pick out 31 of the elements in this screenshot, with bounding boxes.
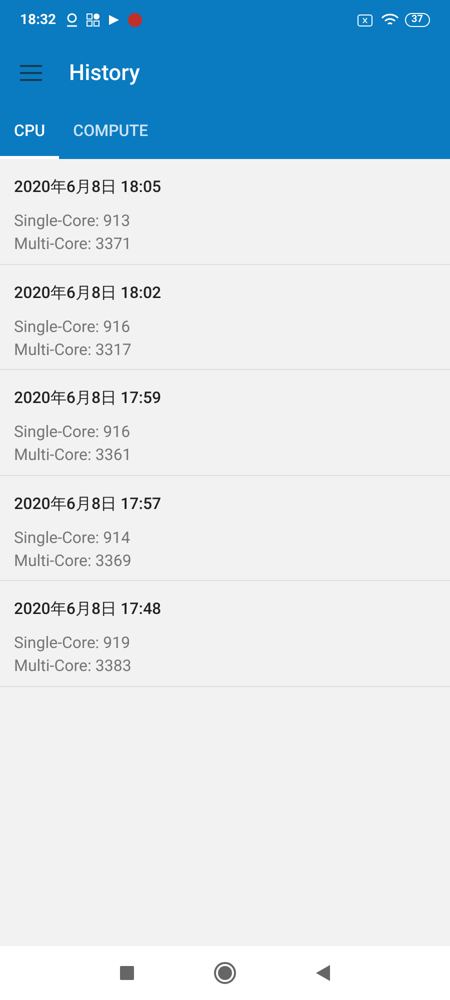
result-date: 2020年6月8日 17:57	[14, 492, 162, 514]
single-core-score: Single-Core: 916	[14, 421, 132, 443]
status-time: 18:32	[20, 10, 56, 30]
multi-core-score: Multi-Core: 3317	[14, 338, 132, 360]
history-item[interactable]: 2020年6月8日 17:48 Single-Core: 919 Multi-Core: 3383	[0, 581, 450, 686]
single-core-score: Single-Core: 919	[14, 632, 132, 654]
multi-core-score: Multi-Core: 3369	[14, 550, 132, 572]
result-date: 2020年6月8日 18:02	[14, 282, 162, 304]
history-item[interactable]: 2020年6月8日 17:59 Single-Core: 916 Multi-Core: 3361	[0, 370, 450, 476]
home-icon[interactable]	[214, 962, 236, 984]
multi-core-score: Multi-Core: 3361	[14, 444, 132, 466]
sim-icon	[356, 14, 373, 26]
back-icon[interactable]	[316, 965, 330, 981]
history-item[interactable]: 2020年6月8日 17:57 Single-Core: 914 Multi-Core: 3369	[0, 476, 450, 581]
play-icon	[108, 14, 120, 26]
result-date: 2020年6月8日 17:48	[14, 598, 162, 620]
multi-core-score: Multi-Core: 3371	[14, 233, 132, 255]
result-date: 2020年6月8日 17:59	[14, 387, 162, 409]
battery-indicator: 37	[404, 13, 430, 27]
wifi-icon	[380, 13, 399, 27]
toolbar-title: History	[69, 60, 140, 88]
single-core-score: Single-Core: 916	[14, 316, 132, 338]
history-item[interactable]: 2020年6月8日 18:05 Single-Core: 913 Multi-Core: 3371	[0, 159, 450, 264]
app-icon	[128, 13, 142, 27]
single-core-score: Single-Core: 914	[14, 526, 132, 548]
tab[interactable]: CPU	[0, 106, 60, 159]
multi-core-score: Multi-Core: 3383	[14, 655, 132, 677]
single-core-score: Single-Core: 913	[14, 210, 132, 232]
history-item[interactable]: 2020年6月8日 18:02 Single-Core: 916 Multi-Core: 3317	[0, 264, 450, 370]
result-date: 2020年6月8日 18:05	[14, 176, 162, 198]
apps-icon	[86, 13, 100, 27]
